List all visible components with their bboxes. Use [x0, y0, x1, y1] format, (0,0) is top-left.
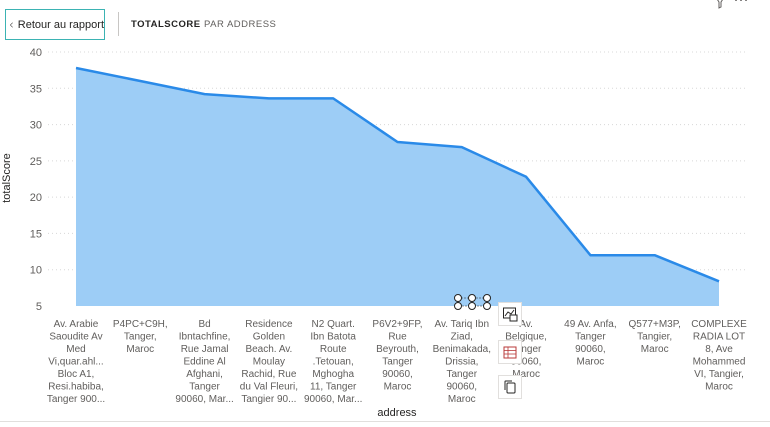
svg-text:Saoudite Av: Saoudite Av	[49, 332, 102, 343]
svg-text:90060, Mar...: 90060, Mar...	[175, 394, 233, 405]
svg-text:Bloc A1,: Bloc A1,	[58, 369, 95, 380]
svg-text:Residence: Residence	[245, 319, 293, 330]
x-axis-ticks: Av. Arabie Saoudite AvMed Vi,quar.ahl...Bl…	[47, 319, 747, 405]
svg-text:Tanger: Tanger	[382, 357, 413, 368]
svg-text:Ziad,: Ziad,	[451, 332, 473, 343]
x-tick-label: Av. Arabie Saoudite AvMed Vi,quar.ahl...Bl…	[47, 319, 105, 405]
x-tick-label: 49 Av. Anfa, Tanger90060, Maroc	[564, 319, 616, 368]
chart-view-button[interactable]	[498, 302, 522, 326]
selection-handle[interactable]	[468, 294, 476, 302]
svg-text:Mohammed: Mohammed	[693, 357, 746, 368]
svg-text:Maroc: Maroc	[126, 344, 154, 355]
x-tick-label: P4PC+C9H, Tanger,Maroc	[113, 319, 168, 355]
x-axis-title: address	[377, 407, 417, 419]
svg-text:P6V2+9FP,: P6V2+9FP,	[372, 319, 422, 330]
area-fill[interactable]	[76, 68, 719, 306]
x-tick-label: Residence GoldenBeach. Av. MoulayRachid, R…	[240, 319, 298, 405]
svg-text:Tanger,: Tanger,	[124, 332, 157, 343]
svg-text:90060,: 90060,	[382, 369, 413, 380]
x-tick-label: N2 Quart. Ibn BatotaRoute .Tetouan,Mghogha…	[304, 319, 362, 405]
svg-text:RADIA LOT: RADIA LOT	[693, 332, 745, 343]
y-tick-label: 25	[30, 156, 42, 168]
x-tick-label: Av. Tariq Ibn Ziad,Benimakada, Drissia,Tan…	[433, 319, 491, 405]
spreadsheet-icon	[503, 346, 517, 359]
svg-text:du Val Fleuri,: du Val Fleuri,	[240, 382, 298, 393]
svg-text:P4PC+C9H,: P4PC+C9H,	[113, 319, 168, 330]
svg-text:Ibn Batota: Ibn Batota	[310, 332, 356, 343]
svg-text:Tanger: Tanger	[189, 382, 220, 393]
y-tick-label: 35	[30, 83, 42, 95]
selection-handle[interactable]	[454, 302, 462, 310]
svg-text:8, Ave: 8, Ave	[705, 344, 733, 355]
svg-text:Drissia,: Drissia,	[445, 357, 478, 368]
svg-text:Q577+M3P,: Q577+M3P,	[629, 319, 681, 330]
y-axis-title: totalScore	[1, 153, 13, 203]
y-tick-label: 15	[30, 228, 42, 240]
svg-text:Beyrouth,: Beyrouth,	[376, 344, 419, 355]
svg-text:Eddine Al: Eddine Al	[183, 357, 225, 368]
svg-text:90060, Mar...: 90060, Mar...	[304, 394, 362, 405]
svg-text:Maroc: Maroc	[705, 382, 733, 393]
chart-icon	[503, 307, 518, 322]
svg-text:Tangier,: Tangier,	[637, 332, 672, 343]
svg-text:Maroc: Maroc	[384, 382, 412, 393]
svg-text:Bd: Bd	[198, 319, 210, 330]
svg-text:Tanger 900...: Tanger 900...	[47, 394, 105, 405]
svg-text:Tangier 90...: Tangier 90...	[241, 394, 296, 405]
selection-handle[interactable]	[468, 302, 476, 310]
svg-text:Maroc: Maroc	[641, 344, 669, 355]
export-data-button[interactable]	[498, 340, 522, 364]
svg-text:Route: Route	[320, 344, 347, 355]
svg-text:Ibntachfine,: Ibntachfine,	[179, 332, 231, 343]
x-tick-label: Bd Ibntachfine,Rue Jamal Eddine AlAfghani,…	[175, 319, 233, 405]
area-chart: 5 10 15 20 25 30 35 40 Av. Arabie Saoudite AvMed…	[1, 47, 748, 419]
svg-text:Moulay: Moulay	[253, 357, 285, 368]
svg-text:11, Tanger: 11, Tanger	[310, 382, 357, 393]
y-tick-label: 40	[30, 47, 42, 59]
x-tick-label: P6V2+9FP, RueBeyrouth, Tanger90060, Maroc	[372, 319, 422, 393]
selection-handle[interactable]	[483, 302, 491, 310]
y-tick-label: 10	[30, 265, 42, 277]
svg-text:VI, Tangier,: VI, Tangier,	[694, 369, 744, 380]
svg-text:Afghani,: Afghani,	[186, 369, 223, 380]
svg-text:90060,: 90060,	[575, 344, 606, 355]
svg-text:Benimakada,: Benimakada,	[433, 344, 491, 355]
y-tick-label: 20	[30, 192, 42, 204]
y-tick-label: 30	[30, 120, 42, 132]
svg-text:Med: Med	[66, 344, 85, 355]
y-axis-ticks: 5 10 15 20 25 30 35 40	[30, 47, 42, 313]
x-tick-label: Q577+M3P, Tangier,Maroc	[629, 319, 681, 355]
svg-text:90060,: 90060,	[447, 382, 478, 393]
svg-text:Beach. Av.: Beach. Av.	[245, 344, 292, 355]
copy-icon	[504, 380, 516, 394]
selection-handle[interactable]	[483, 294, 491, 302]
svg-text:Vi,quar.ahl...: Vi,quar.ahl...	[48, 357, 103, 368]
svg-text:COMPLEXE: COMPLEXE	[691, 319, 747, 330]
svg-text:Mghogha: Mghogha	[312, 369, 354, 380]
copy-button[interactable]	[498, 375, 522, 399]
selection-handle[interactable]	[454, 294, 462, 302]
svg-text:Rue Jamal: Rue Jamal	[181, 344, 229, 355]
svg-text:Maroc: Maroc	[577, 357, 605, 368]
svg-text:N2 Quart.: N2 Quart.	[312, 319, 355, 330]
svg-text:Av. Tariq Ibn: Av. Tariq Ibn	[435, 319, 489, 330]
x-tick-label: COMPLEXE RADIA LOT8, Ave MohammedVI, Tangi…	[691, 319, 747, 393]
svg-text:Rue: Rue	[388, 332, 407, 343]
svg-text:Av. Arabie: Av. Arabie	[54, 319, 99, 330]
svg-text:Resi.habiba,: Resi.habiba,	[48, 382, 104, 393]
y-tick-label: 5	[36, 301, 42, 313]
svg-text:.Tetouan,: .Tetouan,	[313, 357, 354, 368]
svg-text:49 Av. Anfa,: 49 Av. Anfa,	[564, 319, 616, 330]
svg-text:Maroc: Maroc	[448, 394, 476, 405]
svg-text:Tanger: Tanger	[447, 369, 478, 380]
svg-text:Tanger: Tanger	[575, 332, 606, 343]
svg-text:Rachid, Rue: Rachid, Rue	[241, 369, 296, 380]
bottom-border	[0, 421, 770, 422]
svg-text:Golden: Golden	[253, 332, 285, 343]
